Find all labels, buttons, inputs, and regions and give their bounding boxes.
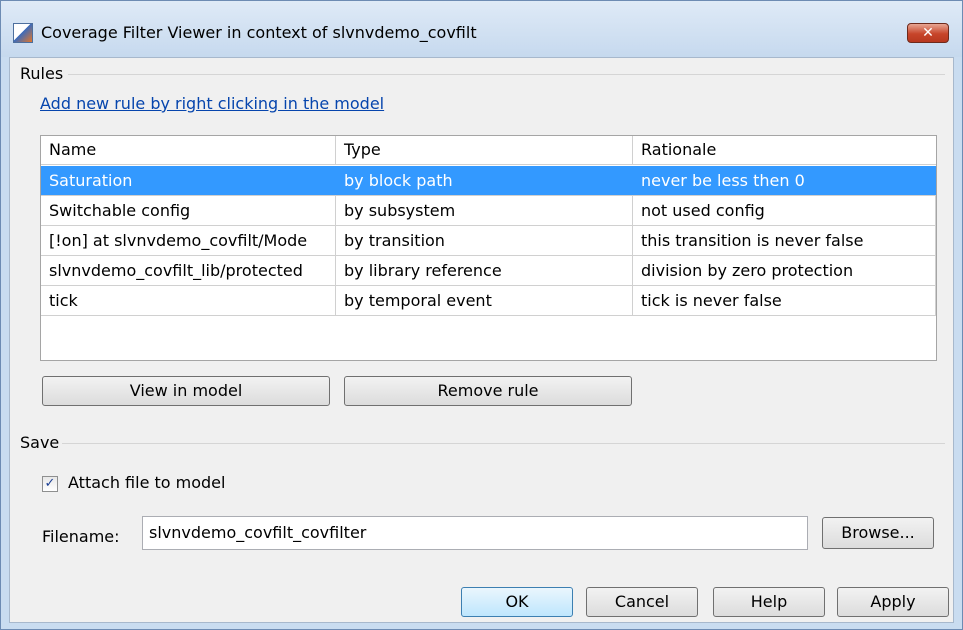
rules-group-divider [68,74,945,75]
rule-name-cell: Switchable config [41,196,336,225]
window-title: Coverage Filter Viewer in context of slv… [41,23,477,42]
title-bar[interactable]: Coverage Filter Viewer in context of slv… [1,1,962,57]
rule-type-cell: by block path [336,166,633,195]
column-header-rationale[interactable]: Rationale [633,136,936,164]
attach-file-label[interactable]: Attach file to model [68,473,225,492]
rule-name-cell: Saturation [41,166,336,195]
rules-table-header: Name Type Rationale [41,136,936,165]
dialog-client-area: Rules Add new rule by right clicking in … [9,57,954,623]
table-row[interactable]: [!on] at slvnvdemo_covfilt/Mode by transi… [41,226,936,256]
dialog-window: Coverage Filter Viewer in context of slv… [0,0,963,630]
table-row[interactable]: Saturation by block path never be less the… [41,166,936,196]
help-button[interactable]: Help [713,587,825,617]
view-in-model-button[interactable]: View in model [42,376,330,406]
cancel-button[interactable]: Cancel [586,587,698,617]
rule-rationale-cell: division by zero protection [633,256,936,285]
close-button[interactable]: ✕ [907,23,949,43]
table-row[interactable]: Switchable config by subsystem not used co… [41,196,936,226]
ok-button[interactable]: OK [461,587,573,617]
rule-rationale-cell: tick is never false [633,286,936,315]
filename-label: Filename: [42,527,120,546]
rule-type-cell: by temporal event [336,286,633,315]
rule-name-cell: tick [41,286,336,315]
rule-rationale-cell: this transition is never false [633,226,936,255]
rule-rationale-cell: not used config [633,196,936,225]
rules-table[interactable]: Name Type Rationale Saturation by block p… [40,135,937,361]
table-row[interactable]: tick by temporal event tick is never false [41,286,936,316]
rule-type-cell: by transition [336,226,633,255]
rule-rationale-cell: never be less then 0 [633,166,936,195]
table-row[interactable]: slvnvdemo_covfilt_lib/protected by librar… [41,256,936,286]
rule-type-cell: by subsystem [336,196,633,225]
rule-name-cell: [!on] at slvnvdemo_covfilt/Mode [41,226,336,255]
save-group-divider [62,443,945,444]
browse-button[interactable]: Browse... [822,517,934,549]
add-rule-link[interactable]: Add new rule by right clicking in the mo… [40,94,384,113]
rule-name-cell: slvnvdemo_covfilt_lib/protected [41,256,336,285]
rule-type-cell: by library reference [336,256,633,285]
remove-rule-button[interactable]: Remove rule [344,376,632,406]
filename-input[interactable]: slvnvdemo_covfilt_covfilter [142,516,808,550]
attach-file-checkbox[interactable]: ✓ [42,476,58,492]
save-group-label: Save [20,433,60,452]
column-header-type[interactable]: Type [336,136,633,164]
column-header-name[interactable]: Name [41,136,336,164]
rules-group-label: Rules [20,64,64,83]
matlab-app-icon [13,23,33,43]
apply-button[interactable]: Apply [837,587,949,617]
